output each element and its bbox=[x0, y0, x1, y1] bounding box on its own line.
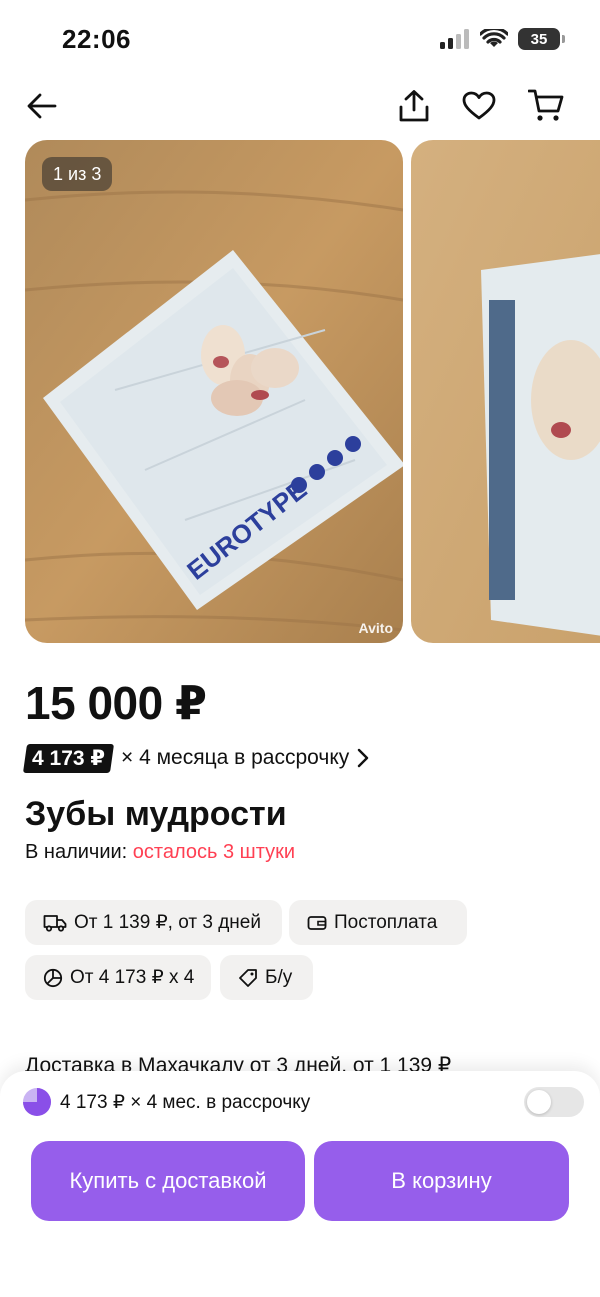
toggle-knob bbox=[527, 1090, 551, 1114]
photo-counter: 1 из 3 bbox=[42, 157, 113, 191]
installment-chip[interactable]: От 4 173 ₽ x 4 bbox=[25, 955, 211, 1000]
photo-gallery[interactable]: EUROTYPE 1 из 3 Avito bbox=[0, 140, 600, 643]
back-arrow-icon bbox=[27, 93, 57, 119]
wifi-icon bbox=[480, 29, 508, 47]
condition-chip[interactable]: Б/у bbox=[220, 955, 313, 1000]
delivery-chip[interactable]: От 1 139 ₽, от 3 дней bbox=[25, 900, 282, 945]
add-to-cart-button[interactable]: В корзину bbox=[314, 1141, 569, 1221]
installment-toggle-label: 4 173 ₽ × 4 мес. в рассрочку bbox=[60, 1091, 311, 1113]
installment-badge-amount: 4 173 ₽ bbox=[32, 746, 105, 770]
watermark: Avito bbox=[358, 620, 393, 636]
share-button[interactable] bbox=[388, 80, 440, 132]
signal-icon bbox=[440, 29, 469, 49]
condition-chip-label: Б/у bbox=[265, 966, 293, 988]
postpay-chip-label: Постоплата bbox=[334, 911, 438, 933]
buy-with-delivery-button[interactable]: Купить с доставкой bbox=[31, 1141, 305, 1221]
delivery-chip-label: От 1 139 ₽, от 3 дней bbox=[74, 912, 261, 933]
product-photo-1[interactable]: EUROTYPE 1 из 3 Avito bbox=[25, 140, 403, 643]
installment-text: × 4 месяца в рассрочку bbox=[121, 746, 350, 769]
cart-button[interactable] bbox=[520, 80, 572, 132]
installment-pie-icon bbox=[23, 1088, 51, 1116]
installment-badge: 4 173 ₽ bbox=[22, 743, 115, 773]
status-icons: 35 bbox=[440, 28, 565, 50]
availability-label: В наличии: bbox=[25, 841, 128, 863]
product-image: EUROTYPE bbox=[25, 140, 403, 643]
top-nav bbox=[0, 80, 600, 132]
status-time: 22:06 bbox=[62, 24, 131, 54]
installment-toggle-row: 4 173 ₽ × 4 мес. в рассрочку bbox=[22, 1086, 584, 1118]
battery-indicator: 35 bbox=[518, 28, 565, 50]
availability-stock: осталось 3 штуки bbox=[132, 841, 296, 863]
installment-chip-label: От 4 173 ₽ x 4 bbox=[70, 967, 195, 988]
back-button[interactable] bbox=[16, 80, 68, 132]
bottom-action-sheet: 4 173 ₽ × 4 мес. в рассрочку Купить с до… bbox=[0, 1071, 600, 1297]
share-icon bbox=[399, 90, 429, 122]
heart-icon bbox=[462, 91, 496, 120]
cart-icon bbox=[528, 89, 564, 121]
product-photo-2[interactable] bbox=[411, 140, 600, 643]
product-title: Зубы мудрости bbox=[25, 795, 287, 833]
chevron-right-icon bbox=[357, 748, 369, 768]
availability: В наличии: осталось 3 штуки bbox=[25, 841, 295, 864]
status-bar: 22:06 35 bbox=[0, 0, 600, 80]
favorite-button[interactable] bbox=[453, 80, 505, 132]
tag-icon bbox=[239, 968, 257, 987]
installment-offer[interactable]: 4 173 ₽ × 4 месяца в рассрочку bbox=[22, 742, 369, 774]
wallet-icon bbox=[307, 915, 327, 930]
postpay-chip[interactable]: Постоплата bbox=[289, 900, 467, 945]
price: 15 000 ₽ bbox=[25, 677, 207, 729]
pie-chart-icon bbox=[43, 968, 63, 987]
truck-icon bbox=[43, 914, 67, 932]
installment-toggle[interactable] bbox=[524, 1087, 584, 1117]
product-image bbox=[411, 140, 600, 643]
